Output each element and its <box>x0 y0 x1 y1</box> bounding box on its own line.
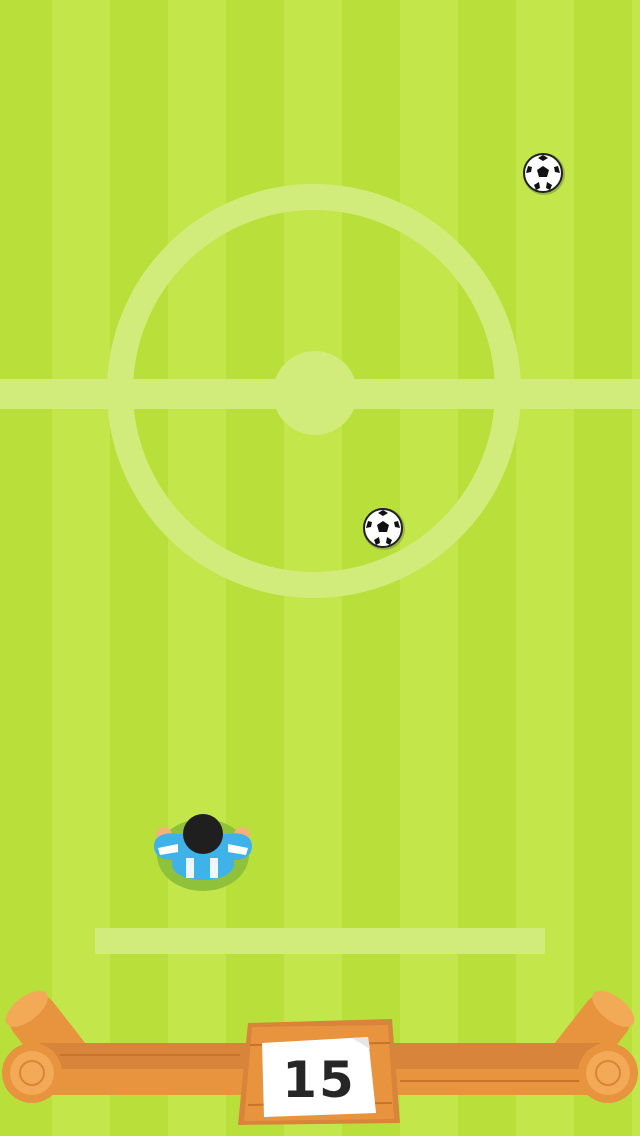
soccer-field: 15 <box>0 0 640 1136</box>
field-stripe <box>632 0 640 1136</box>
score-value: 15 <box>282 1051 356 1109</box>
center-spot <box>273 351 357 435</box>
player-character[interactable] <box>148 808 258 898</box>
soccer-ball-graphic <box>523 153 565 195</box>
soccer-ball-icon[interactable] <box>522 152 566 196</box>
score-display: 15 <box>262 1037 376 1115</box>
penalty-line <box>95 928 545 954</box>
player-icon <box>154 814 252 891</box>
field-stripe <box>52 0 110 1136</box>
soccer-ball-graphic <box>363 508 405 550</box>
soccer-ball-icon[interactable] <box>362 507 406 551</box>
